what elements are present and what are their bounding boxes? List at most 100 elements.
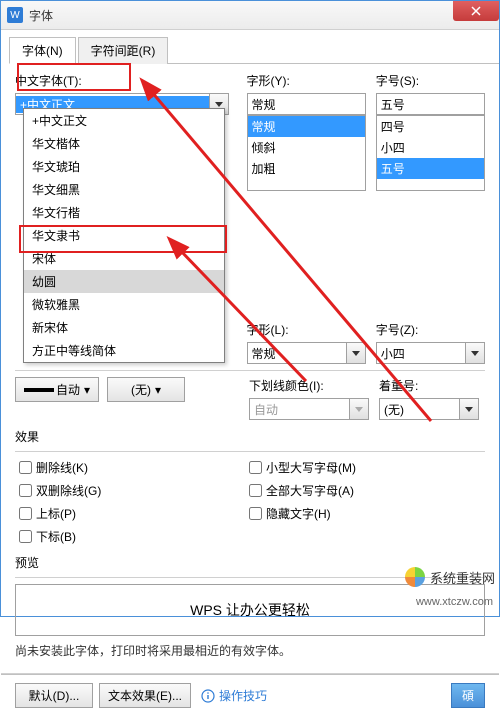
super-checkbox-row: 上标(P) xyxy=(15,504,245,523)
dropdown-arrow[interactable] xyxy=(459,399,478,419)
latin-size-value: 小四 xyxy=(377,345,465,362)
size-value: 五号 xyxy=(377,96,484,113)
strike-label: 删除线(K) xyxy=(36,459,88,476)
chevron-down-icon: ▾ xyxy=(155,383,161,397)
bottom-bar: 默认(D)... 文本效果(E)... 操作技巧 碩 xyxy=(1,674,499,716)
allcaps-label: 全部大写字母(A) xyxy=(266,482,354,499)
default-button[interactable]: 默认(D)... xyxy=(15,683,93,708)
dstrike-checkbox[interactable] xyxy=(19,484,32,497)
watermark-url: www.xtczw.com xyxy=(416,596,493,608)
latin-style-combo[interactable]: 常规 xyxy=(247,342,366,364)
font-option[interactable]: 幼圆 xyxy=(24,270,224,293)
font-option[interactable]: 宋体 xyxy=(24,247,224,270)
latin-size-label: 字号(Z): xyxy=(376,321,485,338)
style-listbox[interactable]: 常规 倾斜 加粗 xyxy=(247,115,366,191)
tab-font[interactable]: 字体(N) xyxy=(9,37,76,64)
separator xyxy=(15,370,485,371)
font-option[interactable]: 华文细黑 xyxy=(24,178,224,201)
style-option[interactable]: 加粗 xyxy=(248,158,365,179)
size-listbox[interactable]: 四号 小四 五号 xyxy=(376,115,485,191)
strike-checkbox-row: 删除线(K) xyxy=(15,458,245,477)
app-icon: W xyxy=(7,7,23,23)
chevron-down-icon xyxy=(355,407,363,412)
smallcaps-checkbox[interactable] xyxy=(249,461,262,474)
font-option[interactable]: 华文琥珀 xyxy=(24,155,224,178)
chevron-down-icon xyxy=(471,351,479,356)
emphasis-label: 着重号: xyxy=(379,377,479,394)
underline-none-label: (无) xyxy=(131,381,151,398)
hidden-label: 隐藏文字(H) xyxy=(266,505,331,522)
emphasis-combo[interactable]: (无) xyxy=(379,398,479,420)
font-option[interactable]: 微软雅黑 xyxy=(24,293,224,316)
sub-label: 下标(B) xyxy=(36,528,76,545)
color-row: 自动 ▾ (无) ▾ 下划线颜色(I): 自动 着重号: (无) xyxy=(15,377,485,420)
tips-link[interactable]: 操作技巧 xyxy=(201,687,267,704)
strike-checkbox[interactable] xyxy=(19,461,32,474)
tips-label: 操作技巧 xyxy=(219,687,267,704)
dstrike-checkbox-row: 双删除线(G) xyxy=(15,481,245,500)
chinese-font-dropdown-list[interactable]: +中文正文 华文楷体 华文琥珀 华文细黑 华文行楷 华文隶书 宋体 幼圆 微软雅… xyxy=(23,108,225,363)
chinese-font-label: 中文字体(T): xyxy=(15,72,229,89)
chevron-down-icon: ▾ xyxy=(84,383,90,397)
hidden-checkbox-row: 隐藏文字(H) xyxy=(245,504,475,523)
font-option[interactable]: 方正中等线简体 xyxy=(24,339,224,362)
style-option[interactable]: 常规 xyxy=(248,116,365,137)
style-option[interactable]: 倾斜 xyxy=(248,137,365,158)
underline-color-label: 下划线颜色(I): xyxy=(249,377,369,394)
size-option[interactable]: 小四 xyxy=(377,137,484,158)
style-label: 字形(Y): xyxy=(247,72,366,89)
size-option[interactable]: 四号 xyxy=(377,116,484,137)
dstrike-label: 双删除线(G) xyxy=(36,482,101,499)
preview-text: WPS 让办公更轻松 xyxy=(190,600,310,620)
tab-spacing[interactable]: 字符间距(R) xyxy=(78,37,169,64)
size-label: 字号(S): xyxy=(376,72,485,89)
dropdown-arrow xyxy=(349,399,368,419)
watermark-logo-icon xyxy=(404,566,426,588)
chevron-down-icon xyxy=(215,102,223,107)
sub-checkbox-row: 下标(B) xyxy=(15,527,245,546)
underline-color-combo: 自动 xyxy=(249,398,369,420)
allcaps-checkbox-row: 全部大写字母(A) xyxy=(245,481,475,500)
font-missing-note: 尚未安装此字体，打印时将采用最相近的有效字体。 xyxy=(15,642,485,659)
font-option[interactable]: +中文正文 xyxy=(24,109,224,132)
font-color-button[interactable]: 自动 ▾ xyxy=(15,377,99,402)
font-option[interactable]: 新宋体 xyxy=(24,316,224,339)
info-icon xyxy=(201,689,215,703)
size-option[interactable]: 五号 xyxy=(377,158,484,179)
underline-color-value: 自动 xyxy=(250,401,349,418)
font-dialog: W 字体 字体(N) 字符间距(R) 中文字体(T): +中文正文 字形(Y): xyxy=(0,0,500,617)
dropdown-arrow[interactable] xyxy=(465,343,484,363)
latin-style-value: 常规 xyxy=(248,345,346,362)
window-title: 字体 xyxy=(29,7,53,24)
text-effect-button[interactable]: 文本效果(E)... xyxy=(99,683,191,708)
sub-checkbox[interactable] xyxy=(19,530,32,543)
style-value: 常规 xyxy=(248,96,365,113)
style-input[interactable]: 常规 xyxy=(247,93,366,115)
hidden-checkbox[interactable] xyxy=(249,507,262,520)
effects-section-label: 效果 xyxy=(15,428,485,445)
latin-size-combo[interactable]: 小四 xyxy=(376,342,485,364)
close-icon xyxy=(471,6,481,16)
color-auto-label: 自动 xyxy=(56,381,80,398)
smallcaps-checkbox-row: 小型大写字母(M) xyxy=(245,458,475,477)
font-option[interactable]: 华文隶书 xyxy=(24,224,224,247)
size-input[interactable]: 五号 xyxy=(376,93,485,115)
font-option[interactable]: 华文行楷 xyxy=(24,201,224,224)
watermark: 系统重装网 xyxy=(404,566,495,588)
tab-bar: 字体(N) 字符间距(R) xyxy=(9,36,499,64)
underline-style-button[interactable]: (无) ▾ xyxy=(107,377,185,402)
dropdown-arrow[interactable] xyxy=(346,343,365,363)
ok-button-clipped[interactable]: 碩 xyxy=(451,683,485,708)
titlebar: W 字体 xyxy=(1,1,499,30)
chevron-down-icon xyxy=(465,407,473,412)
chevron-down-icon xyxy=(352,351,360,356)
allcaps-checkbox[interactable] xyxy=(249,484,262,497)
super-checkbox[interactable] xyxy=(19,507,32,520)
font-option[interactable]: 华文楷体 xyxy=(24,132,224,155)
close-button[interactable] xyxy=(453,1,499,21)
emphasis-value: (无) xyxy=(380,401,459,418)
preview-box: WPS 让办公更轻松 xyxy=(15,584,485,636)
super-label: 上标(P) xyxy=(36,505,76,522)
smallcaps-label: 小型大写字母(M) xyxy=(266,459,356,476)
color-swatch xyxy=(24,388,54,392)
